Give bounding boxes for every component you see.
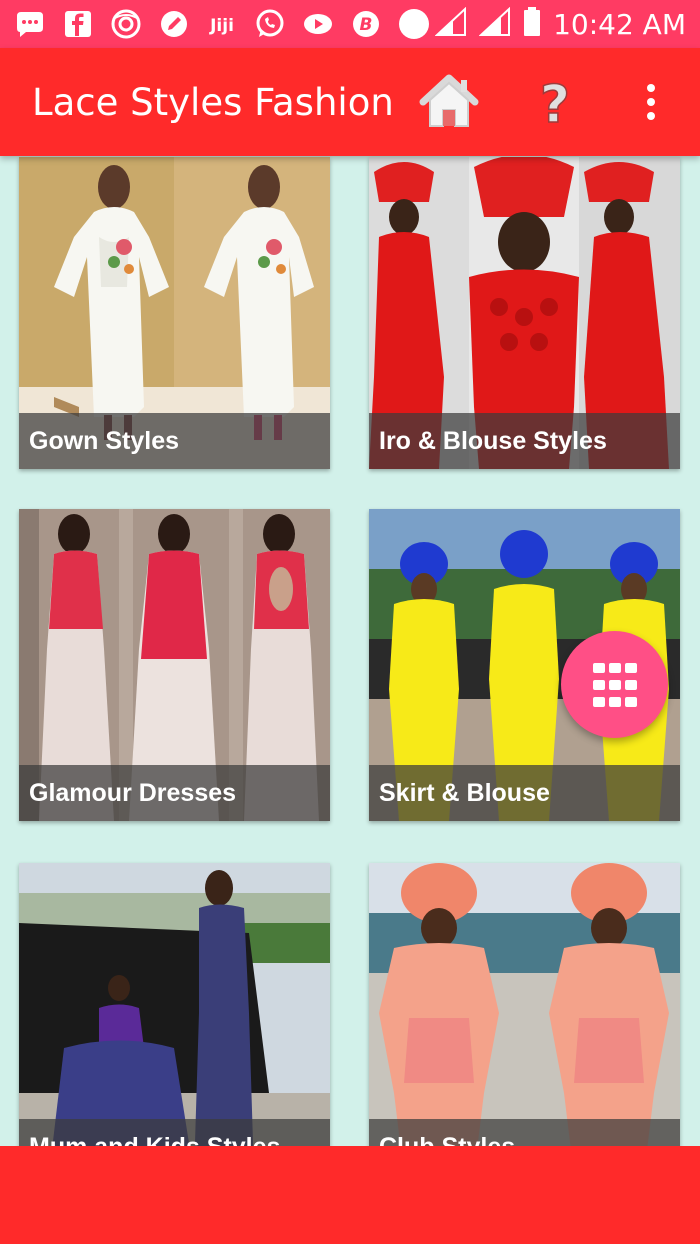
whatsapp-icon — [254, 8, 286, 40]
card-label: Mum and Kids Styles — [29, 1133, 280, 1147]
status-time: 10:42 AM — [553, 7, 686, 41]
card-label: Glamour Dresses — [29, 778, 237, 807]
card-label: Iro & Blouse Styles — [379, 426, 607, 455]
club-styles-image — [369, 863, 680, 1146]
card-label-bar: Skirt & Blouse — [369, 765, 680, 821]
card-label-bar: Gown Styles — [19, 413, 330, 469]
home-icon — [419, 74, 479, 127]
video-icon — [302, 8, 334, 40]
notification-icons: Jiji B — [14, 8, 435, 40]
mum-kids-image — [19, 863, 330, 1146]
card-label-bar: Club Styles — [369, 1119, 680, 1146]
card-gown-styles[interactable]: Gown Styles — [19, 157, 330, 469]
card-label: Club Styles — [379, 1133, 515, 1147]
app-title: Lace Styles Fashion — [32, 80, 394, 124]
help-button[interactable]: ? — [520, 67, 590, 137]
card-label: Gown Styles — [29, 426, 180, 455]
more-options-button[interactable] — [616, 67, 686, 137]
apps-grid-icon — [592, 662, 637, 707]
app-bar: Lace Styles Fashion ? — [0, 48, 700, 156]
grid-menu-fab[interactable] — [561, 631, 668, 738]
jiji-icon-text: Jiji — [209, 16, 234, 36]
bottom-banner-bar — [0, 1146, 700, 1244]
card-label-bar: Mum and Kids Styles — [19, 1119, 330, 1146]
card-mum-kids-styles[interactable]: Mum and Kids Styles — [19, 863, 330, 1146]
card-label-bar: Glamour Dresses — [19, 765, 330, 821]
signal-icon-2 — [478, 6, 511, 42]
edit-icon — [158, 8, 190, 40]
more-vert-icon — [647, 84, 655, 120]
jiji-icon: Jiji — [206, 8, 238, 40]
b-icon-text: B — [360, 15, 373, 35]
signal-icon — [434, 6, 467, 42]
card-iro-blouse-styles[interactable]: Iro & Blouse Styles — [369, 157, 680, 469]
messenger-icon — [14, 8, 46, 40]
battery-icon — [523, 6, 541, 42]
facebook-icon — [62, 8, 94, 40]
status-right: 10:42 AM — [434, 6, 686, 42]
card-club-styles[interactable]: Club Styles — [369, 863, 680, 1146]
card-label: Skirt & Blouse — [379, 778, 550, 807]
circle-icon — [398, 8, 430, 40]
b-icon: B — [350, 8, 382, 40]
card-label-bar: Iro & Blouse Styles — [369, 413, 680, 469]
status-bar: Jiji B 10:42 AM — [0, 0, 700, 48]
browser-icon — [110, 8, 142, 40]
card-glamour-dresses[interactable]: Glamour Dresses — [19, 509, 330, 821]
home-button[interactable] — [414, 67, 484, 137]
question-icon-text: ? — [540, 75, 570, 130]
question-icon: ? — [539, 74, 571, 130]
